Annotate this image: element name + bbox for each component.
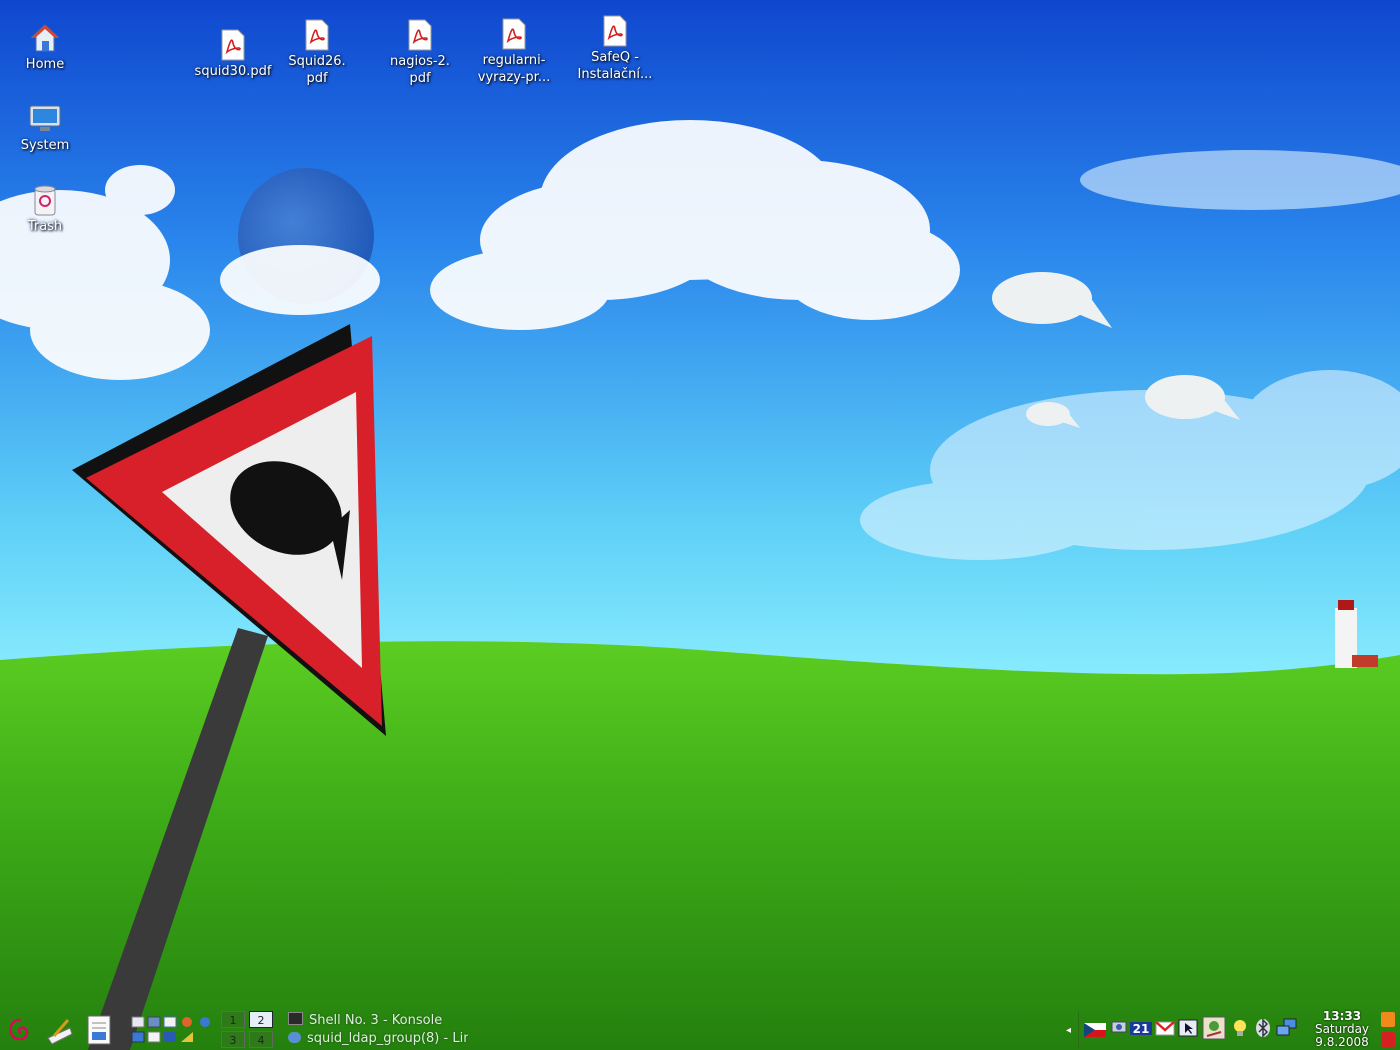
gmail-notifier-icon[interactable] — [1155, 1018, 1175, 1038]
home-folder-icon — [30, 24, 60, 52]
globe-icon — [288, 1032, 301, 1043]
text-editor-launcher-icon[interactable] — [44, 1014, 76, 1046]
pager-desktop-1[interactable]: 1 — [221, 1011, 245, 1028]
desktop-icon-system[interactable]: System — [0, 103, 90, 154]
document-launcher-icon[interactable] — [86, 1014, 112, 1046]
desktop-icon-label: regularni-vyrazy-pr... — [477, 53, 551, 85]
pdf-file-icon — [603, 15, 627, 47]
clock[interactable]: 13:33 Saturday 9.8.2008 — [1308, 1010, 1376, 1049]
desktop-icon-squid30-pdf[interactable]: squid30.pdf — [188, 29, 278, 80]
monitor-icon — [29, 105, 61, 131]
pdf-file-icon — [305, 19, 329, 51]
notification-counter-icon[interactable]: 21 — [1130, 1018, 1152, 1038]
tray-separator — [1078, 1012, 1079, 1048]
network-connection-icon[interactable] — [1276, 1018, 1297, 1038]
desktop-icon-home[interactable]: Home — [0, 22, 90, 73]
desktop-icon-squid26-pdf[interactable]: Squid26. pdf — [272, 19, 362, 87]
kmix-map-icon[interactable] — [1202, 1016, 1226, 1040]
desktop-icon-label: Squid26. pdf — [288, 54, 346, 86]
pager-desktop-2[interactable]: 2 — [249, 1011, 273, 1028]
desktop-icon-nagios-pdf[interactable]: nagios-2. pdf — [375, 19, 465, 87]
bluetooth-icon[interactable] — [1253, 1018, 1273, 1038]
keyboard-layout-flag-icon[interactable] — [1084, 1022, 1106, 1037]
lightbulb-icon[interactable] — [1230, 1018, 1250, 1038]
desktop-icon-label: System — [20, 138, 70, 153]
desktop-icon-regularni-pdf[interactable]: regularni-vyrazy-pr... — [469, 18, 559, 86]
taskbar-button-konsole[interactable]: Shell No. 3 - Konsole — [288, 1012, 478, 1030]
pdf-file-icon — [502, 18, 526, 50]
desktop-icon-trash[interactable]: Trash — [0, 184, 90, 235]
taskbar-button-manpage[interactable]: squid_ldap_group(8) - Lin — [288, 1031, 468, 1049]
desktop-icon-safeq-pdf[interactable]: SafeQ - Instalační... — [570, 15, 660, 83]
pdf-file-icon — [408, 19, 432, 51]
pager-desktop-3[interactable]: 3 — [221, 1031, 245, 1048]
clock-date: 9.8.2008 — [1315, 1035, 1369, 1049]
debian-swirl-menu-icon[interactable] — [6, 1016, 32, 1044]
desktop-icon-label: Home — [25, 57, 65, 72]
logout-power-icon[interactable] — [1381, 1032, 1395, 1047]
lock-screen-icon[interactable] — [1381, 1012, 1395, 1027]
desktop-icon-label: squid30.pdf — [194, 64, 272, 79]
desktop-wallpaper — [0, 0, 1400, 1050]
quick-launch-icons[interactable] — [130, 1015, 216, 1045]
kde-panel: 1 2 3 4 Shell No. 3 - Konsole squid_ldap… — [0, 1010, 1400, 1050]
desktop-icon-label: SafeQ - Instalační... — [577, 50, 653, 82]
pdf-file-icon — [221, 29, 245, 61]
klipper-clipboard-icon[interactable] — [1178, 1018, 1198, 1038]
tray-collapse-arrow-icon[interactable]: ◂ — [1066, 1025, 1071, 1036]
trash-icon — [34, 185, 56, 216]
pager-desktop-4[interactable]: 4 — [249, 1031, 273, 1048]
terminal-icon — [288, 1012, 303, 1025]
desktop-icon-label: Trash — [27, 219, 63, 234]
desktop-icon-label: nagios-2. pdf — [390, 54, 450, 86]
network-monitor-icon[interactable] — [1109, 1018, 1129, 1038]
svg-text:21: 21 — [1133, 1022, 1150, 1036]
